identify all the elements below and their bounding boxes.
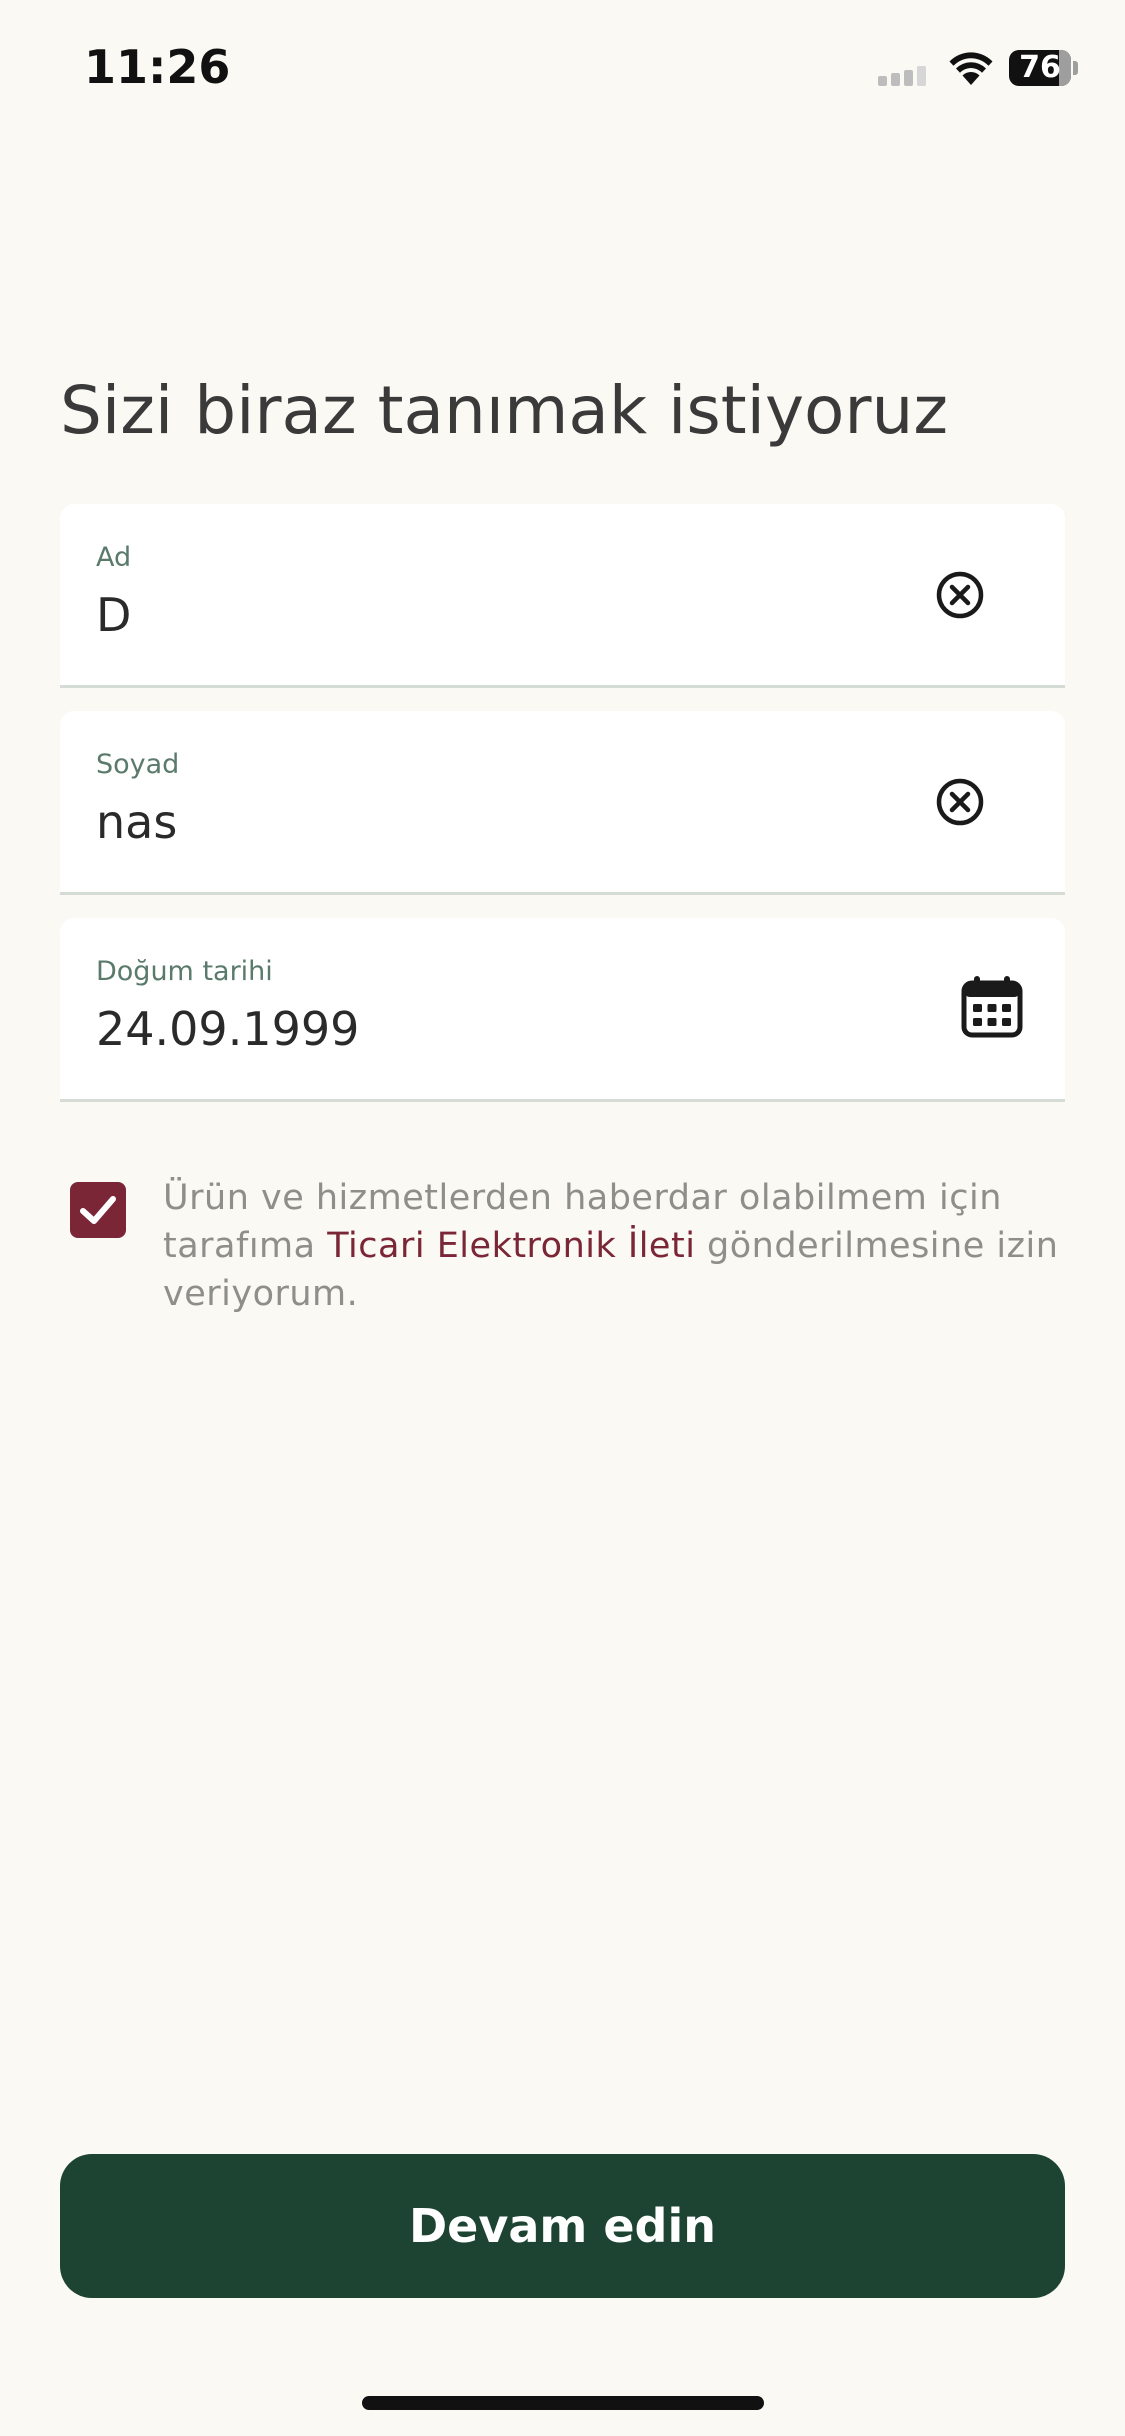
first-name-label: Ad [96, 542, 132, 573]
wifi-icon [948, 50, 994, 86]
birth-date-input[interactable]: 24.09.1999 [96, 1002, 359, 1056]
status-time: 11:26 [84, 40, 231, 94]
status-bar: 11:26 76 [0, 0, 1125, 140]
clear-icon[interactable] [935, 570, 985, 620]
battery-nub [1073, 61, 1078, 75]
checkmark-icon [80, 1196, 116, 1224]
battery-level: 76 [1019, 50, 1061, 85]
last-name-field[interactable]: Soyad nas [60, 711, 1065, 895]
clear-icon[interactable] [935, 777, 985, 827]
first-name-field[interactable]: Ad D [60, 504, 1065, 688]
birth-date-field[interactable]: Doğum tarihi 24.09.1999 [60, 918, 1065, 1102]
battery-icon: 76 [1009, 50, 1071, 86]
birth-date-label: Doğum tarihi [96, 956, 273, 987]
consent-text: Ürün ve hizmetlerden haberdar olabilmem … [163, 1174, 1063, 1318]
continue-button[interactable]: Devam edin [60, 2154, 1065, 2298]
last-name-input[interactable]: nas [96, 795, 177, 849]
commercial-message-link[interactable]: Ticari Elektronik İleti [327, 1226, 695, 1266]
last-name-label: Soyad [96, 749, 180, 780]
page-title: Sizi biraz tanımak istiyoruz [60, 372, 949, 449]
cellular-signal-icon [878, 66, 926, 86]
first-name-input[interactable]: D [96, 588, 131, 642]
consent-checkbox[interactable] [70, 1182, 126, 1238]
calendar-icon[interactable] [959, 974, 1025, 1040]
home-indicator [362, 2396, 764, 2410]
